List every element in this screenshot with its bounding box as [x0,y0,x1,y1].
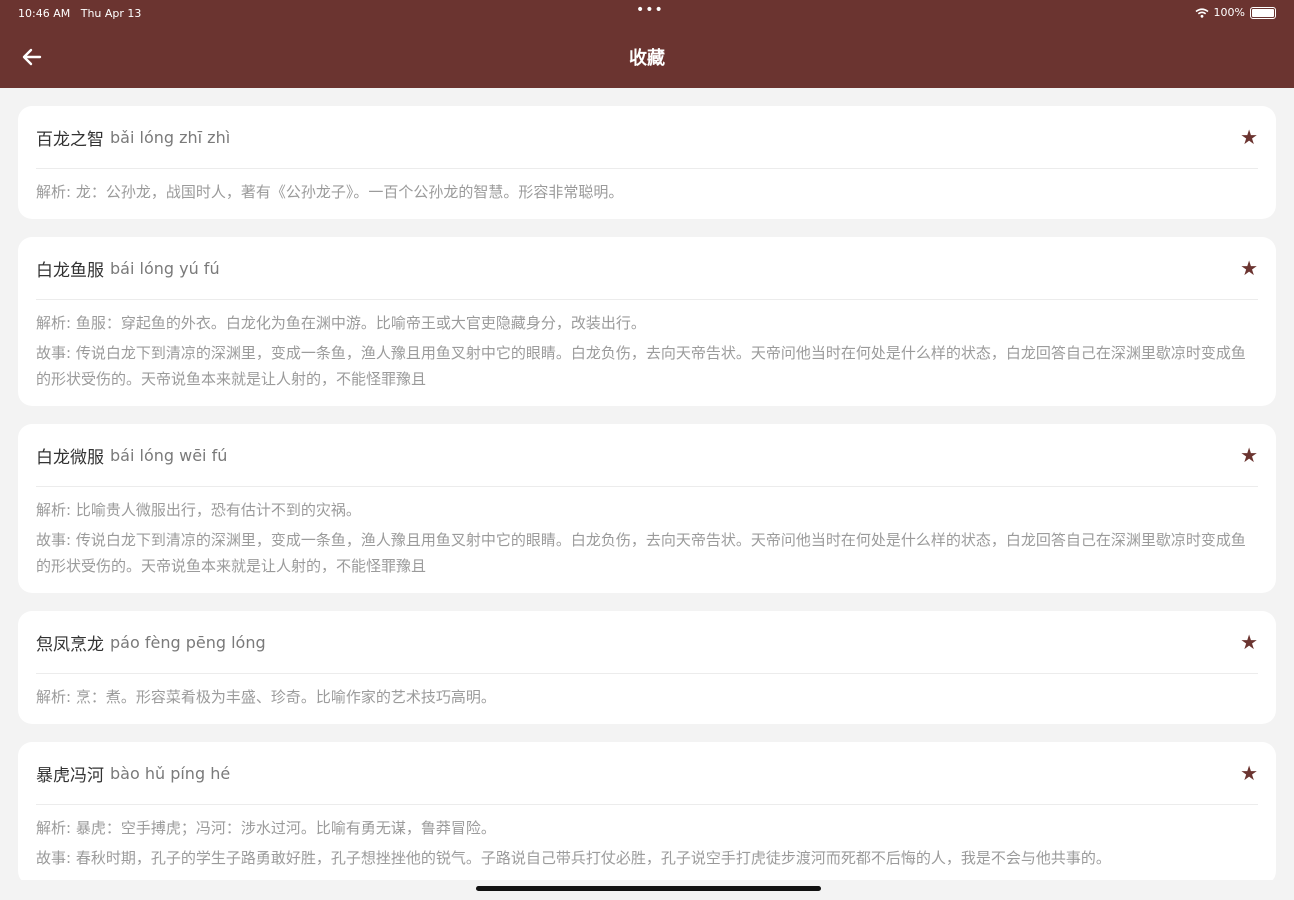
favorite-card[interactable]: 白龙鱼服 bái lóng yú fú ★ 解析: 鱼服：穿起鱼的外衣。白龙化为… [18,237,1276,406]
favorite-card[interactable]: 暴虎冯河 bào hǔ píng hé ★ 解析: 暴虎：空手搏虎；冯河：涉水过… [18,742,1276,880]
card-header: 白龙鱼服 bái lóng yú fú ★ [36,237,1258,300]
favorite-card[interactable]: 百龙之智 bǎi lóng zhī zhì ★ 解析: 龙：公孙龙，战国时人，著… [18,106,1276,219]
card-body: 解析: 暴虎：空手搏虎；冯河：涉水过河。比喻有勇无谋，鲁莽冒险。 故事: 春秋时… [36,805,1258,880]
story-text: 故事: 传说白龙下到清凉的深渊里，变成一条鱼，渔人豫且用鱼叉射中它的眼睛。白龙负… [36,531,1246,575]
wifi-icon [1195,7,1209,18]
home-indicator[interactable] [476,886,821,891]
story-text: 故事: 传说白龙下到清凉的深渊里，变成一条鱼，渔人豫且用鱼叉射中它的眼睛。白龙负… [36,344,1246,388]
star-icon[interactable]: ★ [1240,125,1258,149]
analysis-text: 解析: 龙：公孙龙，战国时人，著有《公孙龙子》。一百个公孙龙的智慧。形容非常聪明… [36,183,624,201]
favorites-list[interactable]: 百龙之智 bǎi lóng zhī zhì ★ 解析: 龙：公孙龙，战国时人，著… [18,106,1276,880]
analysis-text: 解析: 鱼服：穿起鱼的外衣。白龙化为鱼在渊中游。比喻帝王或大官吏隐藏身分，改装出… [36,314,646,332]
analysis-text: 解析: 暴虎：空手搏虎；冯河：涉水过河。比喻有勇无谋，鲁莽冒险。 [36,819,496,837]
idiom-word: 白龙鱼服 [36,260,104,281]
idiom-pinyin: bào hǔ píng hé [110,763,231,783]
card-body: 解析: 鱼服：穿起鱼的外衣。白龙化为鱼在渊中游。比喻帝王或大官吏隐藏身分，改装出… [36,300,1258,406]
battery-percent: 100% [1213,6,1245,19]
idiom-word: 白龙微服 [36,447,104,468]
star-icon[interactable]: ★ [1240,256,1258,280]
card-header: 百龙之智 bǎi lóng zhī zhì ★ [36,106,1258,169]
story-text: 故事: 春秋时期，孔子的学生子路勇敢好胜，孔子想挫挫他的锐气。子路说自己带兵打仗… [36,849,1111,867]
idiom-pinyin: bǎi lóng zhī zhì [110,127,231,147]
page-title: 收藏 [629,48,665,69]
app-header: 10:46 AM Thu Apr 13 ••• 100% 收藏 [0,0,1294,88]
status-time: 10:46 AM Thu Apr 13 [18,7,142,20]
analysis-text: 解析: 烹：煮。形容菜肴极为丰盛、珍奇。比喻作家的艺术技巧高明。 [36,688,496,706]
analysis-text: 解析: 比喻贵人微服出行，恐有估计不到的灾祸。 [36,501,361,519]
idiom-word: 暴虎冯河 [36,765,104,786]
card-body: 解析: 比喻贵人微服出行，恐有估计不到的灾祸。 故事: 传说白龙下到清凉的深渊里… [36,487,1258,593]
card-body: 解析: 烹：煮。形容菜肴极为丰盛、珍奇。比喻作家的艺术技巧高明。 [36,674,1258,724]
favorite-card[interactable]: 炰凤烹龙 páo fèng pēng lóng ★ 解析: 烹：煮。形容菜肴极为… [18,611,1276,724]
idiom-word: 百龙之智 [36,129,104,150]
card-header: 炰凤烹龙 páo fèng pēng lóng ★ [36,611,1258,674]
card-header: 暴虎冯河 bào hǔ píng hé ★ [36,742,1258,805]
idiom-pinyin: páo fèng pēng lóng [110,632,266,652]
star-icon[interactable]: ★ [1240,443,1258,467]
favorite-card[interactable]: 白龙微服 bái lóng wēi fú ★ 解析: 比喻贵人微服出行，恐有估计… [18,424,1276,593]
battery-icon [1250,6,1276,19]
status-bar: 10:46 AM Thu Apr 13 ••• 100% [0,0,1294,26]
star-icon[interactable]: ★ [1240,630,1258,654]
idiom-pinyin: bái lóng wēi fú [110,445,228,465]
multitasking-dots-icon[interactable]: ••• [636,2,664,18]
idiom-word: 炰凤烹龙 [36,634,104,655]
status-right: 100% [1195,6,1276,19]
card-body: 解析: 龙：公孙龙，战国时人，著有《公孙龙子》。一百个公孙龙的智慧。形容非常聪明… [36,169,1258,219]
idiom-pinyin: bái lóng yú fú [110,258,220,278]
card-header: 白龙微服 bái lóng wēi fú ★ [36,424,1258,487]
nav-bar: 收藏 [0,30,1294,86]
star-icon[interactable]: ★ [1240,761,1258,785]
